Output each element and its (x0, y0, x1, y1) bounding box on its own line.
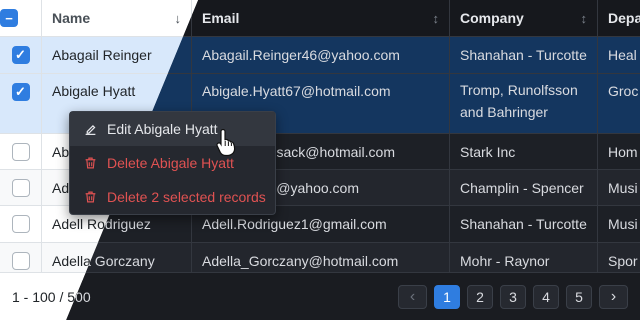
company-cell: Shanahan - Turcotte (450, 37, 598, 73)
company-line: and Bahringer (460, 104, 548, 120)
column-label: Name (52, 10, 91, 26)
pagination: ‹ 1 2 3 4 5 › (398, 285, 628, 309)
select-all-cell: − (0, 0, 42, 36)
column-header-department[interactable]: Depa (598, 0, 640, 36)
row-select-cell (0, 134, 42, 169)
company-cell: Champlin - Spencer (450, 170, 598, 205)
menu-item-label: Edit Abigale Hyatt (107, 121, 218, 137)
select-all-checkbox[interactable]: − (0, 9, 18, 27)
row-checkbox[interactable]: ✓ (11, 83, 30, 101)
trash-icon (84, 190, 98, 204)
column-label: Company (460, 10, 524, 26)
menu-item-label: Delete Abigale Hyatt (107, 155, 234, 171)
company-cell: Stark Inc (450, 134, 598, 169)
row-select-cell: ✓ (0, 37, 42, 73)
row-checkbox[interactable] (11, 252, 30, 270)
row-checkbox[interactable] (11, 178, 30, 197)
sort-desc-icon[interactable]: ↓ (175, 11, 182, 26)
row-select-cell (0, 206, 42, 242)
row-checkbox[interactable]: ✓ (11, 46, 30, 64)
page-button[interactable]: 5 (566, 285, 592, 309)
column-header-email[interactable]: Email ↕ (192, 0, 450, 36)
department-cell: Musi (598, 206, 640, 242)
department-cell: Musi (598, 170, 640, 205)
row-checkbox[interactable] (11, 215, 30, 233)
page-button[interactable]: 4 (533, 285, 559, 309)
column-header-company[interactable]: Company ↕ (450, 0, 598, 36)
row-select-cell: ✓ (0, 74, 42, 133)
column-label: Depa (608, 10, 640, 26)
edit-icon (84, 123, 98, 136)
company-cell: Tromp, Runolfsson and Bahringer (450, 74, 598, 133)
hand-pointer-cursor-icon (216, 128, 238, 159)
trash-icon (84, 156, 98, 170)
previous-page-button[interactable]: ‹ (398, 285, 427, 309)
column-label: Email (202, 10, 240, 26)
next-page-button[interactable]: › (599, 285, 628, 309)
sort-icon[interactable]: ↕ (433, 11, 440, 26)
delete-selected-menu-item[interactable]: Delete 2 selected records (70, 180, 275, 214)
menu-item-label: Delete 2 selected records (107, 189, 266, 205)
row-checkbox[interactable] (11, 142, 30, 161)
department-cell: Groc (598, 74, 640, 133)
edit-record-menu-item[interactable]: Edit Abigale Hyatt (70, 112, 275, 146)
table-footer: 1 - 100 / 500 ‹ 1 2 3 4 5 › (0, 272, 640, 320)
sort-icon[interactable]: ↕ (581, 11, 588, 26)
column-header-name[interactable]: Name ↓ (42, 0, 192, 36)
department-cell: Heal (598, 37, 640, 73)
page-button[interactable]: 2 (467, 285, 493, 309)
delete-record-menu-item[interactable]: Delete Abigale Hyatt (70, 146, 275, 180)
row-select-cell (0, 170, 42, 205)
name-cell: Abagail Reinger (42, 37, 192, 73)
page-button[interactable]: 1 (434, 285, 460, 309)
row-context-menu: Edit Abigale Hyatt Delete Abigale Hyatt … (69, 111, 276, 215)
page-button[interactable]: 3 (500, 285, 526, 309)
department-cell: Hom (598, 134, 640, 169)
company-line: Tromp, Runolfsson (460, 82, 578, 98)
company-cell: Shanahan - Turcotte (450, 206, 598, 242)
email-cell: Abagail.Reinger46@yahoo.com (192, 37, 450, 73)
